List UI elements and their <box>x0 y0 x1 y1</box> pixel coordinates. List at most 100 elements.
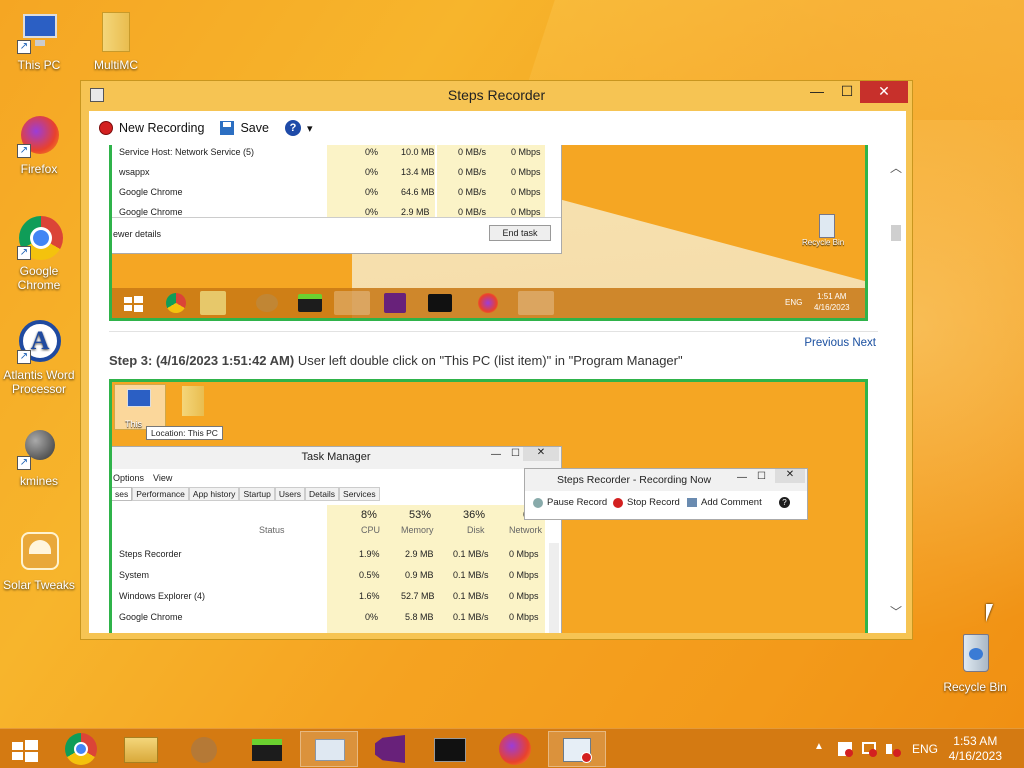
toolbar: New Recording Save ? ▾ <box>89 111 906 145</box>
desktop-icon-multimc[interactable]: MultiMC <box>77 10 155 72</box>
desktop-icon-label: kmines <box>19 474 58 488</box>
taskbar-chrome[interactable] <box>52 731 110 767</box>
chevron-down-icon[interactable]: ▾ <box>307 122 313 135</box>
atlantis-icon: A ↗ <box>17 320 61 364</box>
scroll-down-icon[interactable]: ﹀ <box>889 603 903 619</box>
file-explorer-icon <box>200 291 226 315</box>
desktop-icon-label: Solar Tweaks <box>3 578 75 592</box>
cmd-icon <box>428 294 452 312</box>
desktop-icon-label: Google Chrome <box>17 264 61 292</box>
monitor-icon: ↗ <box>17 10 61 54</box>
terminal-app-icon <box>252 739 282 761</box>
sun-icon <box>17 530 61 574</box>
help-icon: ? <box>284 120 301 136</box>
close-button[interactable]: ✕ <box>860 81 908 103</box>
desktop-icon-label: Recycle Bin <box>943 680 1007 694</box>
folder-icon <box>182 386 204 416</box>
step-description: Step 3: (4/16/2023 1:51:42 AM) User left… <box>109 353 683 368</box>
start-button[interactable] <box>0 731 48 767</box>
visual-studio-icon <box>375 735 405 763</box>
this-pc-highlight: This <box>114 384 166 430</box>
visual-studio-icon <box>384 293 406 313</box>
show-hidden-icons-button[interactable]: ▲ <box>814 741 824 752</box>
recycle-bin-icon: Recycle Bin <box>802 214 844 247</box>
action-center-icon[interactable] <box>838 742 853 757</box>
steps-content: Service Host: Network Service (5) 0% 10.… <box>89 145 906 633</box>
scroll-thumb[interactable] <box>891 225 901 241</box>
monitor-app-icon <box>334 291 370 315</box>
recycle-bin-icon <box>953 632 997 676</box>
firefox-icon <box>478 293 498 313</box>
folder-icon <box>94 10 138 54</box>
minimize-button[interactable]: — <box>802 81 832 103</box>
firefox-icon: ↗ <box>17 114 61 158</box>
firefox-icon <box>499 733 531 765</box>
taskbar-file-explorer[interactable] <box>112 731 170 767</box>
chrome-icon <box>166 293 186 313</box>
step-header: Step 3: (4/16/2023 1:51:42 AM) <box>109 353 295 368</box>
network-icon[interactable] <box>862 742 877 757</box>
desktop-icon-atlantis[interactable]: A ↗ Atlantis Word Processor <box>0 320 78 396</box>
step-screenshot[interactable]: Service Host: Network Service (5) 0% 10.… <box>109 145 868 321</box>
app-icon <box>256 294 278 312</box>
table-row: Service Host: Network Service (5) 0% 10.… <box>119 147 541 157</box>
maximize-button[interactable]: ☐ <box>832 81 862 103</box>
table-row: Windows Explorer (4) 1.6% 52.7 MB 0.1 MB… <box>119 591 539 601</box>
window-title: Steps Recorder <box>447 87 546 103</box>
step-text: User left double click on "This PC (list… <box>297 353 683 368</box>
new-recording-label: New Recording <box>119 121 205 135</box>
table-row: wsappx 0% 13.4 MB 0 MB/s 0 Mbps <box>119 167 541 177</box>
taskbar-visual-studio[interactable] <box>362 731 420 767</box>
recording-now-toolbar: Steps Recorder - Recording Now — ☐ ✕ Pau… <box>524 468 808 520</box>
end-task-button: End task <box>489 225 551 241</box>
fewer-details-link: ewer details <box>113 229 162 239</box>
taskbar-app[interactable] <box>176 731 234 767</box>
save-label: Save <box>240 121 269 135</box>
desktop-icon-label: Atlantis Word Processor <box>3 368 75 396</box>
previous-link[interactable]: Previous <box>804 337 849 349</box>
volume-icon[interactable] <box>886 742 901 757</box>
desktop-icon-recycle-bin[interactable]: Recycle Bin <box>936 632 1014 694</box>
table-row: Google Chrome 0% 5.8 MB 0.1 MB/s 0 Mbps <box>119 612 539 622</box>
desktop-icon-google-chrome[interactable]: ↗ Google Chrome <box>0 216 78 292</box>
windows-logo-icon <box>118 291 154 315</box>
desktop-icon-solar-tweaks[interactable]: Solar Tweaks <box>0 530 78 592</box>
clock-time: 1:53 AM <box>953 734 998 748</box>
step-navigation: Previous Next <box>804 337 876 349</box>
desktop-icon-firefox[interactable]: ↗ Firefox <box>0 114 78 176</box>
new-recording-button[interactable]: New Recording <box>93 115 210 141</box>
table-row: Google Chrome 0% 64.6 MB 0 MB/s 0 Mbps <box>119 187 541 197</box>
title-bar[interactable]: Steps Recorder — ☐ ✕ <box>81 81 912 109</box>
monitor-icon <box>315 739 345 761</box>
taskbar-terminal-app[interactable] <box>238 731 296 767</box>
app-icon <box>191 737 217 763</box>
taskbar-cmd[interactable] <box>422 731 480 767</box>
table-row: Google Chrome 0% 2.9 MB 0 MB/s 0 Mbps <box>119 207 541 217</box>
step-screenshot[interactable]: This Location: This PC Task Manager — ☐ … <box>109 379 868 633</box>
taskbar-monitor-app[interactable] <box>300 731 358 767</box>
record-icon <box>99 121 113 135</box>
desktop-icon-kmines[interactable]: ↗ kmines <box>0 426 78 488</box>
taskbar: ▲ ENG 1:53 AM 4/16/2023 <box>0 728 1024 768</box>
mouse-cursor-icon <box>986 604 993 622</box>
cmd-icon <box>434 738 466 762</box>
language-indicator[interactable]: ENG <box>912 742 938 756</box>
taskbar-firefox[interactable] <box>486 731 544 767</box>
mine-icon: ↗ <box>17 426 61 470</box>
vertical-scrollbar[interactable]: ︿ ﹀ <box>886 145 906 633</box>
desktop-icon-label: MultiMC <box>94 58 138 72</box>
scroll-up-icon[interactable]: ︿ <box>889 159 903 175</box>
desktop-icon-this-pc[interactable]: ↗ This PC <box>0 10 78 72</box>
separator <box>109 331 878 332</box>
save-button[interactable]: Save <box>214 115 275 141</box>
steps-recorder-icon <box>518 291 554 315</box>
taskbar-steps-recorder[interactable] <box>548 731 606 767</box>
steps-recorder-window: Steps Recorder — ☐ ✕ New Recording Save … <box>80 80 913 640</box>
folder-icon <box>124 737 158 763</box>
next-link[interactable]: Next <box>852 337 876 349</box>
desktop-icon-label: Firefox <box>20 162 58 176</box>
table-row: System 0.5% 0.9 MB 0.1 MB/s 0 Mbps <box>119 570 539 580</box>
clock-date: 4/16/2023 <box>948 749 1002 763</box>
help-button[interactable]: ? ▾ <box>279 115 319 141</box>
clock[interactable]: 1:53 AM 4/16/2023 <box>949 734 1002 764</box>
